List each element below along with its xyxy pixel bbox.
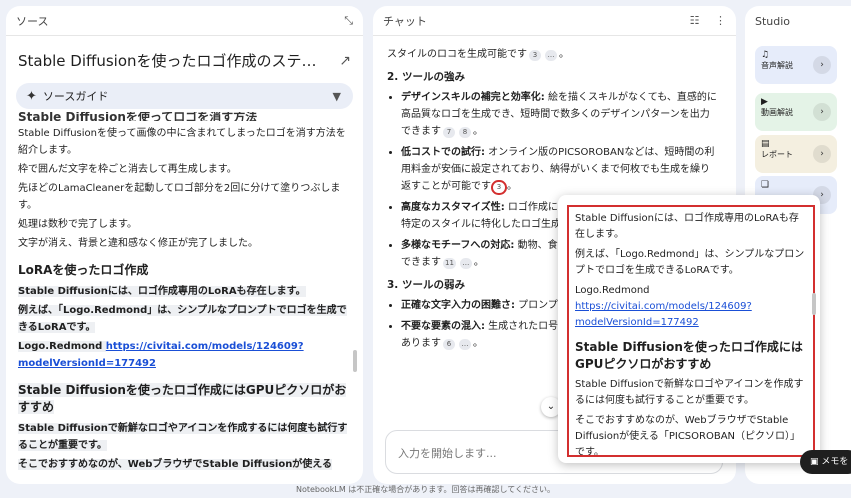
list-item: デザインスキルの補完と効率化: 絵を描くスキルがなくても、直感的に高品質なロゴを…: [401, 89, 717, 140]
sparkle-icon: ✦: [26, 88, 37, 104]
footer-disclaimer: NotebookLM は不正確な場合があります。回答は再確認してください。: [295, 485, 556, 494]
source-doc-title: Stable Diffusionを使ったロゴ作成のステップガ...: [18, 52, 328, 70]
citation-more-chip[interactable]: …: [545, 50, 557, 61]
chevron-right-icon[interactable]: ›: [813, 145, 831, 163]
citation-more-chip[interactable]: …: [459, 339, 471, 350]
source-highlight: Stable Diffusionで新鮮なロゴやアイコンを作成するには何度も試行す…: [18, 423, 348, 451]
list-item: 低コストでの試行: オンライン版のPICSOROBANなどは、短時間の利用料金が…: [401, 144, 717, 195]
popover-paragraph: Stable Diffusionで新鮮なロゴやアイコンを作成するには何度も試行す…: [575, 379, 804, 406]
popover-paragraph: そこでおすすめなのが、WebブラウザでStable Diffusionが使える「…: [575, 415, 801, 457]
source-panel: ソース ⤡ Stable Diffusionを使ったロゴ作成のステップガ... …: [6, 6, 363, 484]
source-panel-title: ソース: [16, 14, 49, 28]
source-paragraph: 処理は数秒で完了します。: [18, 219, 137, 230]
studio-panel-header: Studio: [745, 6, 851, 36]
popover-heading: Stable Diffusionを使ったロゴ作成にはGPUピクソロがおすすめ: [575, 340, 803, 371]
source-lora-name: Logo.Redmond: [18, 341, 106, 352]
source-doc-title-row: Stable Diffusionを使ったロゴ作成のステップガ... ↗: [6, 36, 363, 71]
citation-chip[interactable]: 6: [443, 339, 455, 350]
source-heading-gpu: Stable Diffusionを使ったロゴ作成にはGPUピクソロがおすすめ: [18, 383, 347, 414]
popover-scrollbar[interactable]: [812, 293, 816, 315]
source-paragraph: 文字が消え、背景と違和感なく修正が完了しました。: [18, 238, 258, 249]
source-highlight: 例えば、「Logo.Redmond」は、シンプルなプロンプトでロゴを生成できるL…: [18, 305, 347, 333]
citation-more-chip[interactable]: …: [459, 258, 472, 269]
studio-card-label: 動画解説: [761, 108, 793, 117]
citation-chip[interactable]: 11: [443, 258, 456, 269]
source-heading-lora: LoRAを使ったロゴ作成: [18, 263, 149, 277]
source-highlight: そこでおすすめなのが、WebブラウザでStable Diffusionが使える: [18, 459, 333, 470]
chat-input-placeholder: 入力を開始します...: [398, 447, 497, 460]
collapse-icon[interactable]: ⤡: [344, 14, 353, 28]
source-guide-label: ソースガイド: [42, 90, 109, 103]
citation-chip[interactable]: 3: [529, 50, 541, 61]
studio-card-audio[interactable]: ♫ 音声解説 ›: [755, 46, 837, 84]
studio-card-report[interactable]: ▤ レポート ›: [755, 135, 837, 173]
memo-icon: ▣: [810, 457, 819, 467]
citation-chip-active[interactable]: 3: [491, 180, 507, 195]
chat-intro-line: スタイルのロコを生成可能です: [387, 49, 527, 60]
source-paragraph: 枠で囲んだ文字を枠ごと消去して再生成します。: [18, 164, 237, 175]
arrow-down-icon: ⌄: [546, 401, 556, 412]
popover-paragraph: 例えば、「Logo.Redmond」は、シンプルなプロンプトでロゴを生成できるL…: [575, 249, 805, 276]
source-paragraph: Stable Diffusionを使って画像の中に含まれてしまったロゴを消す方法…: [18, 128, 346, 156]
chat-panel-title: チャット: [383, 14, 427, 28]
citation-chip[interactable]: 7: [443, 127, 455, 138]
chevron-right-icon[interactable]: ›: [813, 56, 831, 74]
source-content: Stable Diffusionを使ってロゴを消す方法 Stable Diffu…: [18, 112, 350, 475]
source-guide-toggle[interactable]: ✦ ソースガイド ▼: [16, 83, 353, 109]
studio-panel-title: Studio: [755, 14, 791, 28]
chat-panel-header: チャット ☷ ⋮: [373, 6, 736, 36]
chat-section-heading: 2. ツールの強み: [387, 71, 465, 83]
source-paragraph: 先ほどのLamaCleanerを起動してロゴ部分を2回に分けて塗りつぶします。: [18, 183, 341, 211]
popover-paragraph: Stable Diffusionには、ロゴ作成専用のLoRAも存在します。: [575, 213, 799, 240]
popover-name: Logo.Redmond: [575, 285, 650, 296]
popover-link[interactable]: https://civitai.com/models/124609?modelV…: [575, 301, 752, 328]
chevron-down-icon: ▼: [332, 89, 341, 103]
studio-card-label: 音声解説: [761, 61, 793, 70]
source-cut-heading: Stable Diffusionを使ってロゴを消す方法: [18, 112, 258, 121]
studio-card-label: レポート: [761, 150, 793, 159]
memo-label: メモを: [821, 457, 849, 467]
open-external-icon[interactable]: ↗: [339, 53, 351, 69]
add-memo-button[interactable]: ▣ メモを: [800, 450, 851, 474]
tune-icon[interactable]: ☷: [690, 14, 700, 27]
citation-chip[interactable]: 8: [459, 127, 471, 138]
source-panel-header: ソース ⤡: [6, 6, 363, 36]
more-vert-icon[interactable]: ⋮: [715, 14, 726, 27]
citation-popover-content: Stable Diffusionには、ロゴ作成専用のLoRAも存在します。 例え…: [567, 205, 815, 457]
source-scrollbar[interactable]: [353, 350, 357, 372]
chevron-right-icon[interactable]: ›: [813, 103, 831, 121]
source-highlight: Stable Diffusionには、ロゴ作成専用のLoRAも存在します。: [18, 286, 306, 297]
citation-popover: Stable Diffusionには、ロゴ作成専用のLoRAも存在します。 例え…: [558, 195, 820, 463]
studio-card-video[interactable]: ▶ 動画解説 ›: [755, 93, 837, 131]
